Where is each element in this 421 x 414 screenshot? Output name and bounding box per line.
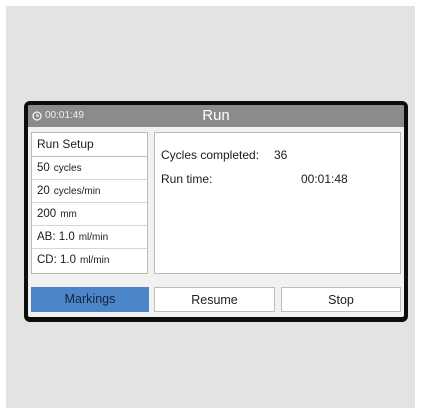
screen-title: Run bbox=[202, 107, 230, 124]
setup-unit: mm bbox=[60, 209, 77, 220]
cycles-completed-value: 36 bbox=[274, 148, 288, 162]
run-screen: 00:01:49 Run Run Setup 50 cycles 20 cycles… bbox=[28, 105, 404, 317]
setup-value: 20 bbox=[37, 185, 50, 197]
setup-value: AB: 1.0 bbox=[37, 231, 75, 243]
setup-value: CD: 1.0 bbox=[37, 254, 76, 266]
resume-button[interactable]: Resume bbox=[154, 287, 275, 312]
setup-value: 200 bbox=[37, 208, 57, 220]
setup-value: 50 bbox=[37, 162, 50, 174]
setup-unit: cycles/min bbox=[53, 186, 101, 197]
run-time-label: Run time: bbox=[161, 172, 213, 186]
setup-row-flow-ab: AB: 1.0 ml/min bbox=[32, 226, 147, 249]
run-setup-title: Run Setup bbox=[32, 133, 147, 157]
setup-row-distance: 200 mm bbox=[32, 203, 147, 226]
setup-unit: ml/min bbox=[80, 255, 110, 266]
setup-unit: ml/min bbox=[78, 232, 109, 243]
setup-row-cycles: 50 cycles bbox=[32, 157, 147, 180]
run-setup-panel: Run Setup 50 cycles 20 cycles/min 200 mm AB… bbox=[31, 132, 148, 274]
setup-row-flow-cd: CD: 1.0 ml/min bbox=[32, 249, 147, 271]
cycles-completed-label: Cycles completed: bbox=[161, 148, 260, 162]
markings-button[interactable]: Markings bbox=[31, 287, 149, 312]
title-bar: 00:01:49 Run bbox=[28, 105, 404, 127]
setup-unit: cycles bbox=[53, 163, 82, 174]
stop-button[interactable]: Stop bbox=[281, 287, 401, 312]
run-time-value: 00:01:48 bbox=[301, 172, 348, 186]
device-bezel: 00:01:49 Run Run Setup 50 cycles 20 cycles… bbox=[24, 101, 408, 322]
setup-row-rate: 20 cycles/min bbox=[32, 180, 147, 203]
run-status-panel: Cycles completed: 36 Run time: 00:01:48 bbox=[154, 132, 401, 274]
